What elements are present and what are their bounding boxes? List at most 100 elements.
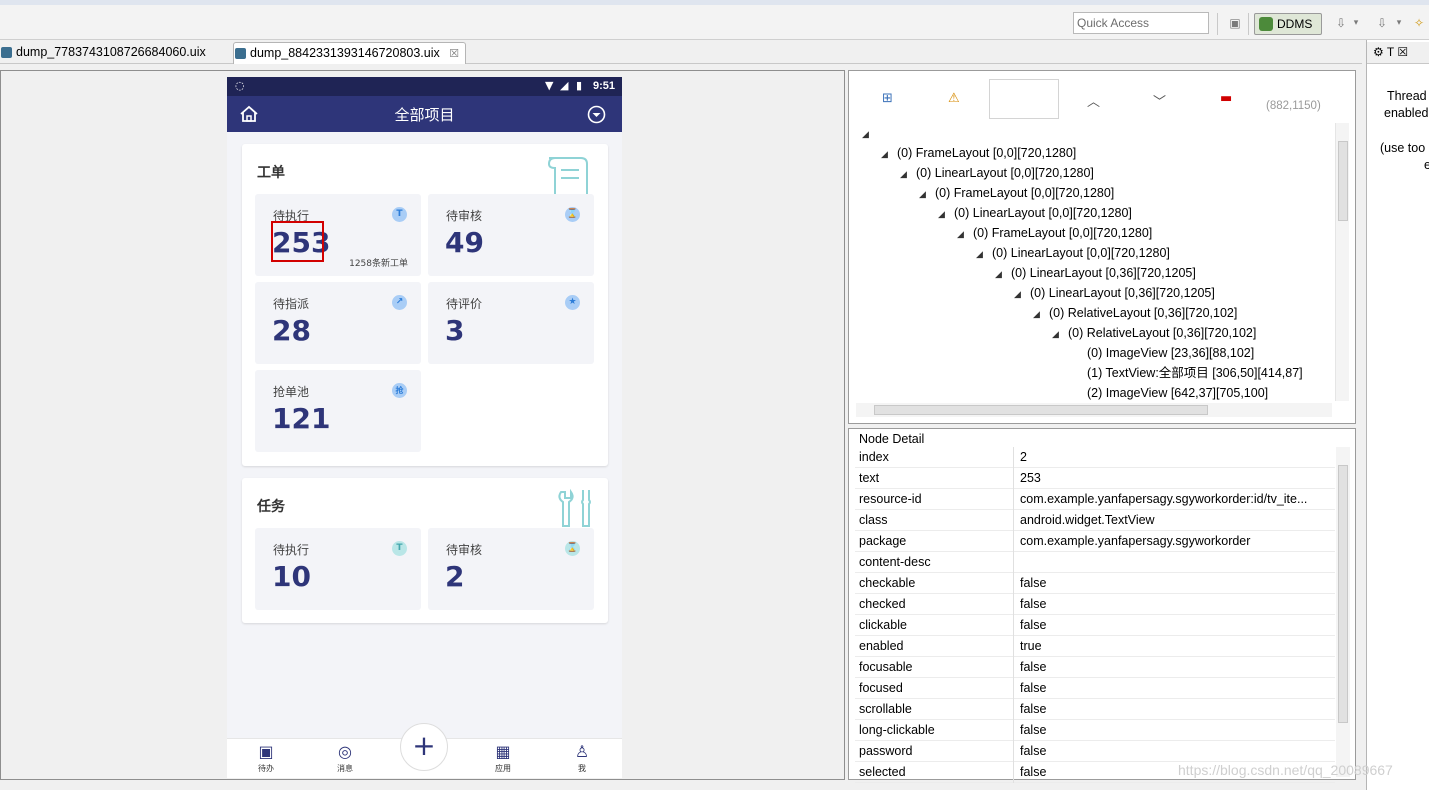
workorder-grab-pool-cell[interactable]: 抢单池 抢 121	[255, 370, 421, 452]
workorder-pending-assign-cell[interactable]: 待指派 ↗ 28	[255, 282, 421, 364]
threads-tab[interactable]: ⚙ T ☒	[1367, 42, 1429, 64]
detail-row[interactable]: index 2	[855, 447, 1335, 468]
close-tab-icon[interactable]: ☒	[449, 48, 459, 60]
detail-row[interactable]: class android.widget.TextView	[855, 510, 1335, 531]
detail-row[interactable]: resource-id com.example.yanfapersagy.sgyw…	[855, 489, 1335, 510]
device-screenshot[interactable]: ◌ ▼ ◢ ▮ 9:51 全部项目 工单 待执行 T 253 1258条新工单 …	[227, 77, 622, 778]
tree-node[interactable]: ◢ (0) LinearLayout [0,0][720,1280]	[938, 203, 1132, 223]
tree-node[interactable]: ◢ (0) LinearLayout [0,0][720,1280]	[900, 163, 1094, 183]
task-pending-exec-cell[interactable]: 待执行 T 10	[255, 528, 421, 610]
tree-node-label: (0) LinearLayout [0,0][720,1280]	[916, 166, 1094, 180]
detail-row[interactable]: clickable false	[855, 615, 1335, 636]
cell-label: 待指派	[273, 297, 310, 311]
detail-row[interactable]: focusable false	[855, 657, 1335, 678]
add-button[interactable]: +	[400, 723, 448, 771]
detail-row[interactable]: enabled true	[855, 636, 1335, 657]
dropdown-icon[interactable]: ▾	[1394, 15, 1404, 31]
cell-count: 10	[272, 560, 311, 593]
detail-row[interactable]: focused false	[855, 678, 1335, 699]
detail-row[interactable]: scrollable false	[855, 699, 1335, 720]
scroll-thumb[interactable]	[1338, 465, 1348, 723]
detail-vertical-scrollbar[interactable]	[1336, 447, 1350, 777]
search-field[interactable]	[989, 79, 1059, 119]
card-title: 任务	[257, 499, 285, 515]
nav-item-message[interactable]: ◎ 消息	[325, 743, 365, 774]
tree-vertical-scrollbar[interactable]	[1335, 123, 1349, 401]
open-perspective-icon[interactable]: ▣	[1227, 15, 1243, 31]
workorder-pending-review-cell[interactable]: 待审核 ⌛ 49	[428, 194, 594, 276]
nav-item-me[interactable]: ♙ 我	[562, 743, 602, 774]
detail-key: package	[859, 534, 907, 548]
detail-row[interactable]: checked false	[855, 594, 1335, 615]
expanded-arrow-icon[interactable]: ◢	[938, 204, 954, 224]
tree-node[interactable]: ◢ (0) FrameLayout [0,0][720,1280]	[881, 143, 1076, 163]
expanded-arrow-icon[interactable]: ◢	[1052, 324, 1068, 344]
detail-value: false	[1020, 723, 1047, 737]
detail-row[interactable]: checkable false	[855, 573, 1335, 594]
collapse-icon[interactable]: ▬	[1220, 91, 1232, 106]
expanded-arrow-icon[interactable]: ◢	[900, 164, 916, 184]
warning-icon[interactable]: ⚠	[948, 91, 960, 106]
task-pending-review-cell[interactable]: 待审核 ⌛ 2	[428, 528, 594, 610]
detail-row[interactable]: package com.example.yanfapersagy.sgyworko…	[855, 531, 1335, 552]
nav-item-todo[interactable]: ▣ 待办	[246, 743, 286, 774]
dump-icon[interactable]: ⇩	[1333, 15, 1349, 31]
tree-node[interactable]: ◢ (0) RelativeLayout [0,36][720,102]	[1033, 303, 1237, 323]
tree-node-label: (0) RelativeLayout [0,36][720,102]	[1049, 306, 1238, 320]
tab-dump-2[interactable]: dump_8842331393146720803.uix ☒	[233, 42, 467, 64]
tree-horizontal-scrollbar[interactable]	[856, 403, 1332, 417]
tree-node[interactable]: ◢ (0) FrameLayout [0,0][720,1280]	[919, 183, 1114, 203]
dropdown-icon[interactable]: ▾	[1351, 15, 1361, 31]
expanded-arrow-icon[interactable]: ◢	[995, 264, 1011, 284]
expanded-arrow-icon[interactable]: ◢	[1033, 304, 1049, 324]
new-workorder-note: 1258条新工单	[349, 259, 408, 269]
tree-node[interactable]: ◢ (0) RelativeLayout [0,36][720,102]	[1052, 323, 1256, 343]
tree-node[interactable]: ◢ (0) LinearLayout [0,0][720,1280]	[976, 243, 1170, 263]
column-divider	[1013, 510, 1014, 531]
chevron-down-circle-icon[interactable]	[587, 105, 606, 124]
tree-node[interactable]: ◢ (0) LinearLayout [0,36][720,1205]	[1014, 283, 1215, 303]
detail-row[interactable]: text 253	[855, 468, 1335, 489]
detail-row[interactable]: content-desc	[855, 552, 1335, 573]
quick-access-input[interactable]: Quick Access	[1073, 12, 1209, 34]
tree-node-label: (0) FrameLayout [0,0][720,1280]	[897, 146, 1077, 160]
tree-root[interactable]: ◢	[862, 123, 878, 143]
column-divider	[1013, 552, 1014, 573]
previous-icon[interactable]: ︿	[1087, 91, 1100, 110]
tree-node[interactable]: ◢ (0) FrameLayout [0,0][720,1280]	[957, 223, 1152, 243]
close-tab-icon[interactable]: ☒	[1394, 45, 1408, 59]
expanded-arrow-icon[interactable]: ◢	[881, 144, 897, 164]
ddms-perspective-button[interactable]: DDMS	[1254, 13, 1322, 35]
hierarchy-tree[interactable]: ◢ ◢ (0) FrameLayout [0,0][720,1280] ◢ (0) L…	[856, 123, 1332, 403]
detail-key: checked	[859, 597, 906, 611]
tree-node[interactable]: ◢ (0) LinearLayout [0,36][720,1205]	[995, 263, 1196, 283]
expand-all-icon[interactable]: ⊞	[882, 91, 893, 106]
selected-node-highlight	[271, 221, 324, 262]
dump-compressed-icon[interactable]: ⇩	[1374, 15, 1390, 31]
share-badge-icon: ↗	[392, 295, 407, 310]
expanded-arrow-icon[interactable]: ◢	[919, 184, 935, 204]
expanded-arrow-icon[interactable]: ◢	[1014, 284, 1030, 304]
column-divider	[1013, 573, 1014, 594]
tree-node-label: (1) TextView:全部项目 [306,50][414,87]	[1087, 366, 1303, 380]
scroll-thumb[interactable]	[874, 405, 1208, 415]
tree-node[interactable]: (1) TextView:全部项目 [306,50][414,87]	[1071, 363, 1303, 383]
scroll-thumb[interactable]	[1338, 141, 1348, 221]
screenshot-icon[interactable]: ✧	[1411, 15, 1427, 31]
expanded-arrow-icon: ◢	[862, 129, 869, 139]
detail-row[interactable]: long-clickable false	[855, 720, 1335, 741]
tree-node[interactable]: (2) ImageView [642,37][705,100]	[1071, 383, 1268, 403]
column-divider	[1013, 489, 1014, 510]
detail-row[interactable]: password false	[855, 741, 1335, 762]
workorder-pending-rate-cell[interactable]: 待评价 ★ 3	[428, 282, 594, 364]
tree-node[interactable]: (0) ImageView [23,36][88,102]	[1071, 343, 1254, 363]
nav-item-apps[interactable]: ▦ 应用	[483, 743, 523, 774]
detail-key: checkable	[859, 576, 916, 590]
detail-key: content-desc	[859, 555, 931, 569]
tab-dump-1[interactable]: dump_7783743108726684060.uix	[0, 42, 206, 64]
expanded-arrow-icon[interactable]: ◢	[957, 224, 973, 244]
watermark: https://blog.csdn.net/qq_20089667	[1178, 762, 1393, 778]
expanded-arrow-icon[interactable]: ◢	[976, 244, 992, 264]
battery-icon: ▮	[576, 79, 583, 92]
next-icon[interactable]: ﹀	[1153, 91, 1166, 110]
